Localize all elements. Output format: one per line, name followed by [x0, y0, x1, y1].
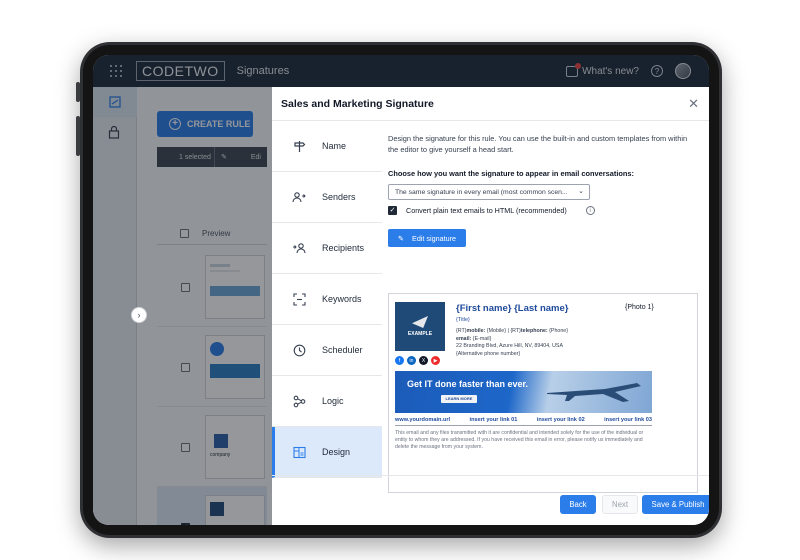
- design-step-content: Design the signature for this rule. You …: [388, 121, 703, 493]
- convert-checkbox[interactable]: ✓: [388, 206, 397, 215]
- step-label: Scheduler: [322, 345, 363, 355]
- facebook-icon[interactable]: f: [395, 356, 404, 365]
- sig-photo-placeholder: {Photo 1}: [625, 304, 654, 311]
- logic-icon: [292, 394, 306, 408]
- sig-title: {Title}: [456, 317, 470, 323]
- sig-contact-info: {RT}mobile: {Mobile} | {RT}telephone: {P…: [456, 328, 568, 357]
- link-01[interactable]: insert your link 01: [470, 417, 518, 423]
- learn-more-button[interactable]: LEARN MORE: [441, 395, 477, 403]
- edit-signature-label: Edit signature: [412, 233, 456, 243]
- signature-links: www.yourdomain.url insert your link 01 i…: [395, 417, 652, 426]
- convert-option: ✓ Convert plain text emails to HTML (rec…: [388, 206, 703, 215]
- close-icon[interactable]: ✕: [688, 96, 699, 112]
- intro-text: Design the signature for this rule. You …: [388, 134, 688, 154]
- next-button[interactable]: Next: [602, 495, 638, 514]
- step-logic[interactable]: Logic: [272, 376, 382, 427]
- social-icons: f in X ▶: [395, 356, 440, 365]
- step-label: Keywords: [322, 294, 362, 304]
- design-icon: [292, 445, 306, 459]
- jet-image: [547, 383, 641, 402]
- step-label: Senders: [322, 192, 356, 202]
- rule-editor-modal: Sales and Marketing Signature ✕ Name Sen…: [272, 87, 709, 525]
- link-domain[interactable]: www.yourdomain.url: [395, 417, 450, 423]
- linkedin-icon[interactable]: in: [407, 356, 416, 365]
- step-design[interactable]: Design: [272, 427, 382, 478]
- recipients-icon: [292, 241, 306, 255]
- link-02[interactable]: insert your link 02: [537, 417, 585, 423]
- step-scheduler[interactable]: Scheduler: [272, 325, 382, 376]
- clock-icon: [292, 343, 306, 357]
- step-label: Design: [322, 447, 351, 457]
- promo-banner[interactable]: Get IT done faster than ever. LEARN MORE: [395, 371, 652, 413]
- modal-footer: Back Next Save & Publish: [272, 475, 709, 525]
- edit-signature-button[interactable]: ✎ Edit signature: [388, 229, 466, 247]
- pencil-icon: ✎: [398, 233, 405, 243]
- select-value: The same signature in every email (most …: [395, 188, 568, 196]
- step-label: Recipients: [322, 243, 365, 253]
- wizard-steps: Name Senders Recipients Keywords Schedul…: [272, 121, 382, 478]
- tablet-button: [76, 116, 80, 156]
- step-label: Name: [322, 141, 347, 151]
- link-03[interactable]: insert your link 03: [604, 417, 652, 423]
- x-icon[interactable]: X: [419, 356, 428, 365]
- step-name[interactable]: Name: [272, 121, 382, 172]
- convert-label: Convert plain text emails to HTML (recom…: [406, 206, 567, 215]
- youtube-icon[interactable]: ▶: [431, 356, 440, 365]
- disclaimer-text: This email and any files transmitted wit…: [395, 430, 644, 450]
- signature-mode-select[interactable]: The same signature in every email (most …: [388, 184, 590, 200]
- info-icon[interactable]: i: [585, 206, 595, 215]
- step-senders[interactable]: Senders: [272, 172, 382, 223]
- collapse-sidebar-chevron-icon[interactable]: ›: [131, 307, 147, 323]
- choose-label: Choose how you want the signature to app…: [388, 169, 634, 178]
- sig-name: {First name} {Last name}: [456, 303, 569, 314]
- back-button[interactable]: Back: [560, 495, 596, 514]
- step-recipients[interactable]: Recipients: [272, 223, 382, 274]
- tablet-frame: CODETWO Signatures What's new? ? + CREAT…: [76, 42, 722, 538]
- tablet-button: [76, 82, 80, 102]
- save-publish-button[interactable]: Save & Publish: [642, 495, 709, 514]
- keywords-icon: [292, 292, 306, 306]
- modal-header: Sales and Marketing Signature ✕: [272, 87, 709, 121]
- step-label: Logic: [322, 396, 344, 406]
- modal-title: Sales and Marketing Signature: [281, 97, 434, 110]
- chevron-down-icon: ⌄: [578, 188, 584, 195]
- signpost-icon: [292, 139, 306, 153]
- screen: CODETWO Signatures What's new? ? + CREAT…: [93, 55, 709, 525]
- example-logo: EXAMPLE: [395, 302, 445, 351]
- senders-icon: [292, 190, 306, 204]
- step-keywords[interactable]: Keywords: [272, 274, 382, 325]
- signature-preview: EXAMPLE {First name} {Last name} {Photo …: [388, 293, 698, 493]
